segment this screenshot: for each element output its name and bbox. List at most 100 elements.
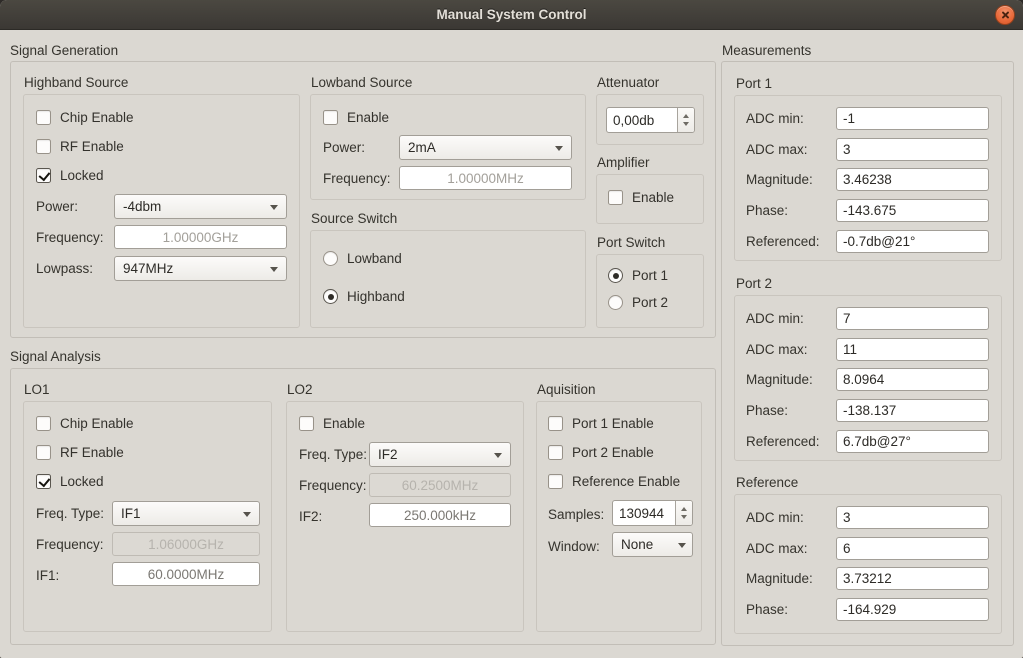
samples-spinbox[interactable]: 130944 [612, 500, 693, 526]
checkbox-highband-chip-enable[interactable]: Chip Enable [36, 110, 134, 125]
window-combobox[interactable]: None [612, 532, 693, 557]
group-title-highband-source: Highband Source [24, 75, 128, 91]
port2-adc-max-input[interactable] [836, 338, 989, 361]
lo1-if1-input[interactable] [112, 562, 260, 586]
checkbox-highband-locked[interactable]: Locked [36, 168, 104, 183]
lo1-if1-label: IF1: [36, 568, 59, 584]
combobox-value: -4dbm [123, 199, 161, 214]
checkbox-box [299, 416, 314, 431]
checkbox-highband-rf-enable[interactable]: RF Enable [36, 139, 124, 154]
port2-referenced-input[interactable] [836, 430, 989, 453]
checkbox-amplifier-enable[interactable]: Enable [608, 190, 674, 205]
attenuator-spinbox[interactable]: 0,00db [606, 107, 695, 133]
checkbox-label: Chip Enable [60, 110, 134, 125]
reference-adc-max-label: ADC max: [746, 541, 808, 557]
combobox-value: 947MHz [123, 261, 173, 276]
checkbox-lo2-enable[interactable]: Enable [299, 416, 365, 431]
lo1-freq-type-label: Freq. Type: [36, 506, 104, 522]
checkbox-box [36, 110, 51, 125]
lo1-freq-type-combobox[interactable]: IF1 [112, 501, 260, 526]
radio-source-highband[interactable]: Highband [323, 289, 405, 304]
checkbox-label: Locked [60, 474, 104, 489]
titlebar[interactable]: Manual System Control [0, 0, 1023, 30]
checkbox-label: Port 1 Enable [572, 416, 654, 431]
lo1-frequency-input [112, 532, 260, 556]
checkbox-lo1-rf-enable[interactable]: RF Enable [36, 445, 124, 460]
checkbox-lo1-chip-enable[interactable]: Chip Enable [36, 416, 134, 431]
lo2-freq-type-combobox[interactable]: IF2 [369, 442, 511, 467]
spin-up-icon[interactable] [681, 507, 687, 511]
checkbox-box [323, 110, 338, 125]
port2-adc-min-input[interactable] [836, 307, 989, 330]
port2-magnitude-input[interactable] [836, 368, 989, 391]
window-title: Manual System Control [0, 0, 1023, 30]
chevron-down-icon [494, 453, 502, 458]
close-button[interactable] [995, 5, 1015, 25]
radio-label: Lowband [347, 251, 402, 266]
port1-adc-min-input[interactable] [836, 107, 989, 130]
lo2-freq-type-label: Freq. Type: [299, 447, 367, 463]
spin-down-icon[interactable] [683, 122, 689, 126]
spinbox-value: 130944 [613, 501, 675, 525]
spinbox-buttons[interactable] [675, 501, 692, 525]
section-title-signal-generation: Signal Generation [10, 43, 118, 59]
port2-referenced-label: Referenced: [746, 434, 820, 450]
checkbox-lowband-enable[interactable]: Enable [323, 110, 389, 125]
port2-adc-min-label: ADC min: [746, 311, 804, 327]
section-title-measurements: Measurements [722, 43, 811, 59]
section-title-signal-analysis: Signal Analysis [10, 349, 101, 365]
combobox-value: None [621, 537, 653, 552]
highband-lowpass-combobox[interactable]: 947MHz [114, 256, 287, 281]
port1-referenced-input[interactable] [836, 230, 989, 253]
port1-adc-max-input[interactable] [836, 138, 989, 161]
port1-magnitude-input[interactable] [836, 168, 989, 191]
radio-label: Highband [347, 289, 405, 304]
checkbox-port1-enable[interactable]: Port 1 Enable [548, 416, 654, 431]
highband-frequency-input[interactable] [114, 225, 287, 249]
checkbox-label: Locked [60, 168, 104, 183]
group-title-reference: Reference [736, 475, 798, 491]
port1-adc-max-label: ADC max: [746, 142, 808, 158]
checkbox-label: RF Enable [60, 445, 124, 460]
combobox-value: IF2 [378, 447, 398, 462]
checkbox-port2-enable[interactable]: Port 2 Enable [548, 445, 654, 460]
highband-lowpass-label: Lowpass: [36, 261, 93, 277]
radio-label: Port 2 [632, 295, 668, 310]
reference-magnitude-input[interactable] [836, 567, 989, 590]
lo2-if2-input[interactable] [369, 503, 511, 527]
highband-power-combobox[interactable]: -4dbm [114, 194, 287, 219]
source-switch-frame [310, 230, 586, 328]
chevron-down-icon [243, 512, 251, 517]
reference-adc-max-input[interactable] [836, 537, 989, 560]
checkbox-label: Enable [323, 416, 365, 431]
reference-phase-label: Phase: [746, 602, 788, 618]
spin-up-icon[interactable] [683, 114, 689, 118]
port1-phase-input[interactable] [836, 199, 989, 222]
reference-adc-min-label: ADC min: [746, 510, 804, 526]
checkbox-box [36, 139, 51, 154]
chevron-down-icon [270, 205, 278, 210]
radio-port-2[interactable]: Port 2 [608, 295, 668, 310]
group-title-attenuator: Attenuator [597, 75, 659, 91]
lowband-power-combobox[interactable]: 2mA [399, 135, 572, 160]
checkbox-reference-enable[interactable]: Reference Enable [548, 474, 680, 489]
reference-phase-input[interactable] [836, 598, 989, 621]
radio-source-lowband[interactable]: Lowband [323, 251, 402, 266]
combobox-value: IF1 [121, 506, 141, 521]
spin-down-icon[interactable] [681, 515, 687, 519]
group-title-lo1: LO1 [24, 382, 50, 398]
port2-phase-input[interactable] [836, 399, 989, 422]
group-title-source-switch: Source Switch [311, 211, 397, 227]
checkbox-lo1-locked[interactable]: Locked [36, 474, 104, 489]
lowband-frequency-input[interactable] [399, 166, 572, 190]
radio-label: Port 1 [632, 268, 668, 283]
window-label: Window: [548, 539, 600, 555]
radio-port-1[interactable]: Port 1 [608, 268, 668, 283]
radio-circle [608, 295, 623, 310]
checkbox-box [36, 474, 51, 489]
reference-adc-min-input[interactable] [836, 506, 989, 529]
group-title-port1: Port 1 [736, 76, 772, 92]
port1-referenced-label: Referenced: [746, 234, 820, 250]
highband-power-label: Power: [36, 199, 78, 215]
spinbox-buttons[interactable] [677, 108, 694, 132]
